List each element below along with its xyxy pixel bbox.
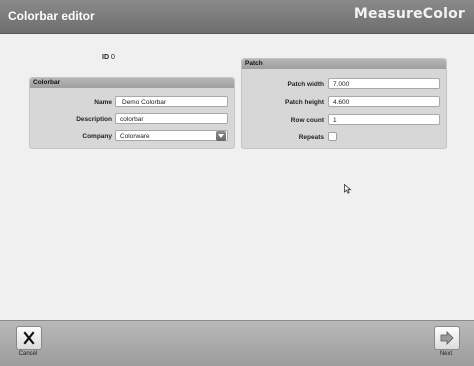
mouse-cursor-icon [344, 184, 352, 194]
row-count-field[interactable]: 1 [328, 114, 440, 125]
row-count-label: Row count [290, 117, 324, 124]
patch-height-field[interactable]: 4.600 [328, 96, 440, 107]
bottom-toolbar: Cancel Next [0, 320, 474, 366]
chevron-down-icon[interactable] [216, 131, 226, 141]
patch-height-label: Patch height [284, 99, 324, 106]
page-title: Colorbar editor [8, 9, 95, 23]
name-field[interactable]: Demo Colorbar [115, 96, 228, 107]
name-label: Name [94, 99, 112, 106]
patch-width-field[interactable]: 7.000 [328, 78, 440, 89]
description-field[interactable]: colorbar [115, 113, 228, 124]
repeats-checkbox[interactable] [328, 132, 337, 141]
next-button[interactable] [434, 326, 460, 350]
patch-width-label: Patch width [287, 81, 324, 88]
company-value: Colorware [120, 133, 150, 140]
arrow-right-icon [440, 331, 454, 345]
company-select[interactable]: Colorware [115, 130, 228, 141]
description-label: Description [76, 116, 112, 123]
colorbar-panel: Colorbar Name Demo Colorbar Description … [29, 77, 235, 149]
patch-panel-title: Patch [242, 59, 446, 69]
patch-panel: Patch Patch width 7.000 Patch height 4.6… [241, 58, 447, 149]
title-bar: Colorbar editor MeasureColor [0, 0, 474, 34]
company-label: Company [82, 133, 112, 140]
next-label: Next [439, 351, 453, 357]
id-value: 0 [110, 54, 115, 61]
cancel-label: Cancel [18, 351, 38, 357]
brand-logo: MeasureColor [353, 6, 465, 22]
close-icon [23, 331, 35, 345]
colorbar-panel-title: Colorbar [30, 78, 234, 88]
repeats-label: Repeats [298, 134, 324, 141]
id-label: ID [102, 54, 109, 61]
cancel-button[interactable] [16, 326, 42, 350]
id-row: ID 0 [102, 54, 115, 61]
